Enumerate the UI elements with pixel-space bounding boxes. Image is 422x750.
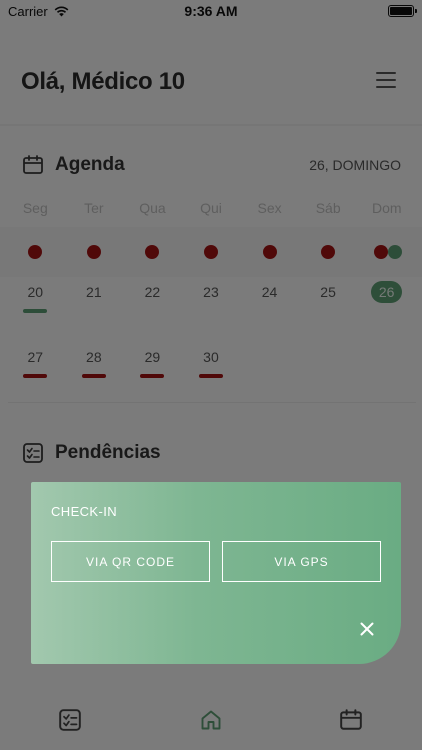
close-icon[interactable]: [359, 621, 375, 637]
checkin-modal: CHECK-IN VIA QR CODE VIA GPS: [31, 482, 401, 664]
app-screen: Carrier 9:36 AM Olá, Médico 10 Agenda 26…: [0, 0, 422, 750]
checkin-gps-button[interactable]: VIA GPS: [222, 541, 381, 582]
checkin-label: CHECK-IN: [51, 504, 118, 519]
checkin-qr-button[interactable]: VIA QR CODE: [51, 541, 210, 582]
